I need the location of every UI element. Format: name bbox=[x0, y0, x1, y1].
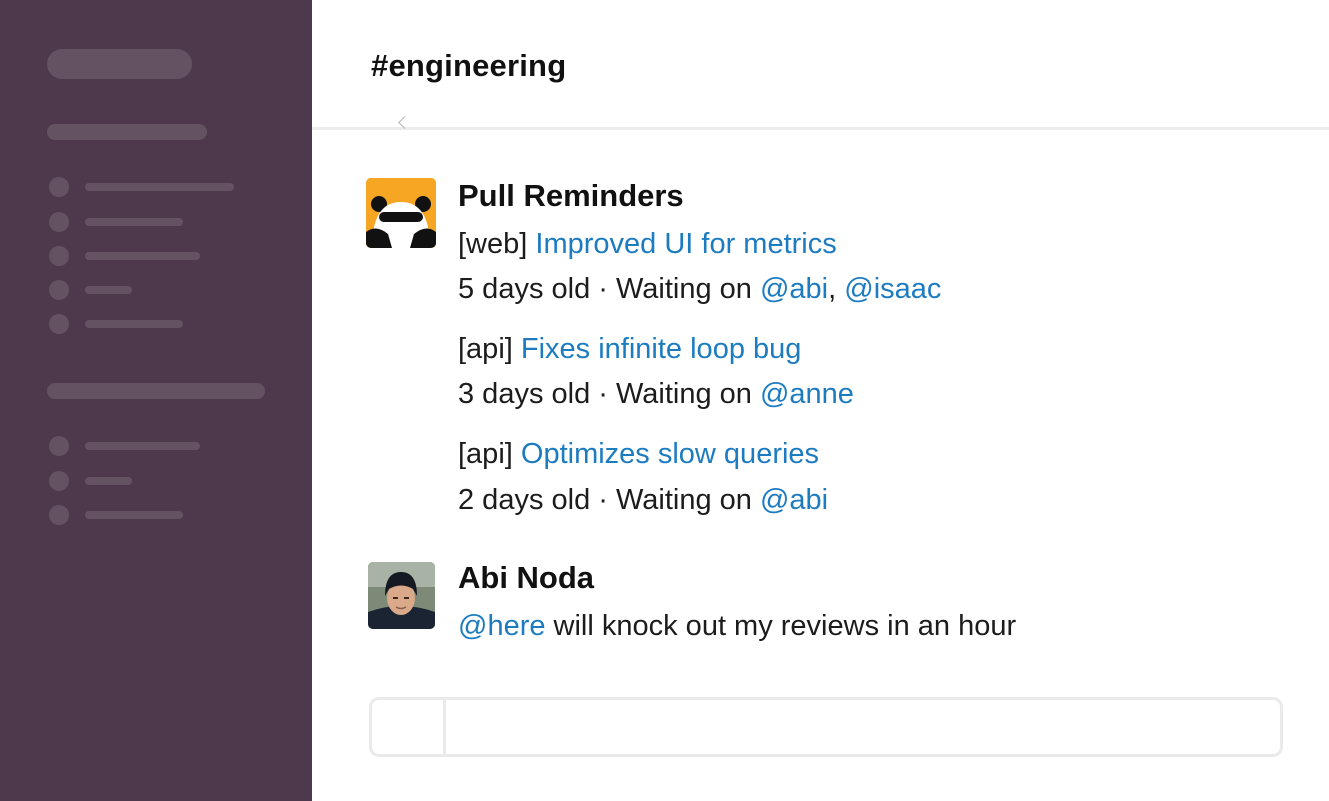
message-input[interactable] bbox=[369, 697, 1283, 757]
sidebar-item-placeholder[interactable] bbox=[85, 286, 132, 294]
waiting-on-label: · Waiting on bbox=[590, 484, 760, 516]
here-mention[interactable]: @here bbox=[458, 610, 545, 642]
reminder-status-line: 3 days old · Waiting on @anne bbox=[458, 378, 854, 411]
reminder-title-line: [api] Optimizes slow queries bbox=[458, 438, 819, 471]
section-header-placeholder bbox=[47, 383, 265, 399]
pull-request-link[interactable]: Fixes infinite loop bug bbox=[521, 333, 802, 365]
sidebar-item-icon bbox=[49, 246, 69, 266]
user-mention[interactable]: @anne bbox=[760, 378, 854, 410]
workspace-name-placeholder[interactable] bbox=[47, 49, 192, 79]
user-photo-avatar[interactable] bbox=[368, 562, 435, 629]
channel-title[interactable]: #engineering bbox=[371, 48, 566, 84]
reminder-title-line: [web] Improved UI for metrics bbox=[458, 228, 837, 261]
pr-age: 2 days old bbox=[458, 484, 591, 516]
reminder-title-line: [api] Fixes infinite loop bug bbox=[458, 333, 801, 366]
sidebar-item-placeholder[interactable] bbox=[85, 442, 200, 450]
sidebar-item-placeholder[interactable] bbox=[85, 320, 183, 328]
reminder-status-line: 5 days old · Waiting on @abi, @isaac bbox=[458, 273, 941, 306]
panda-icon bbox=[366, 178, 436, 248]
message-body: will knock out my reviews in an hour bbox=[545, 610, 1017, 642]
message-sender[interactable]: Pull Reminders bbox=[458, 178, 684, 214]
sidebar bbox=[0, 0, 312, 801]
user-mention[interactable]: @isaac bbox=[844, 273, 941, 305]
sidebar-item-icon bbox=[49, 280, 69, 300]
main-pane: #engineering Pull Reminders [web] Improv… bbox=[312, 0, 1329, 801]
sidebar-item-placeholder[interactable] bbox=[85, 477, 132, 485]
pull-request-link[interactable]: Optimizes slow queries bbox=[521, 438, 819, 470]
pr-age: 3 days old bbox=[458, 378, 591, 410]
repo-tag: [api] bbox=[458, 333, 513, 365]
section-header-placeholder bbox=[47, 124, 207, 140]
message-text: @here will knock out my reviews in an ho… bbox=[458, 610, 1016, 643]
user-mention[interactable]: @abi bbox=[760, 484, 828, 516]
sidebar-item-placeholder[interactable] bbox=[85, 252, 200, 260]
composer-divider bbox=[443, 700, 446, 754]
sidebar-item-placeholder[interactable] bbox=[85, 183, 234, 191]
repo-tag: [api] bbox=[458, 438, 513, 470]
sidebar-item-icon bbox=[49, 436, 69, 456]
pr-age: 5 days old bbox=[458, 273, 591, 305]
waiting-on-label: · Waiting on bbox=[590, 273, 760, 305]
person-photo-icon bbox=[368, 562, 435, 629]
message-sender[interactable]: Abi Noda bbox=[458, 560, 594, 596]
mention-separator: , bbox=[828, 273, 845, 305]
channel-header: #engineering bbox=[312, 0, 1329, 130]
sidebar-item-icon bbox=[49, 314, 69, 334]
panda-bot-avatar[interactable] bbox=[366, 178, 436, 248]
sidebar-item-icon bbox=[49, 471, 69, 491]
reminder-status-line: 2 days old · Waiting on @abi bbox=[458, 484, 828, 517]
waiting-on-label: · Waiting on bbox=[590, 378, 760, 410]
sidebar-item-placeholder[interactable] bbox=[85, 218, 183, 226]
sidebar-item-icon bbox=[49, 177, 69, 197]
user-mention[interactable]: @abi bbox=[760, 273, 828, 305]
repo-tag: [web] bbox=[458, 228, 528, 260]
pull-request-link[interactable]: Improved UI for metrics bbox=[535, 228, 836, 260]
sidebar-item-placeholder[interactable] bbox=[85, 511, 183, 519]
sidebar-item-icon bbox=[49, 505, 69, 525]
sidebar-item-icon bbox=[49, 212, 69, 232]
